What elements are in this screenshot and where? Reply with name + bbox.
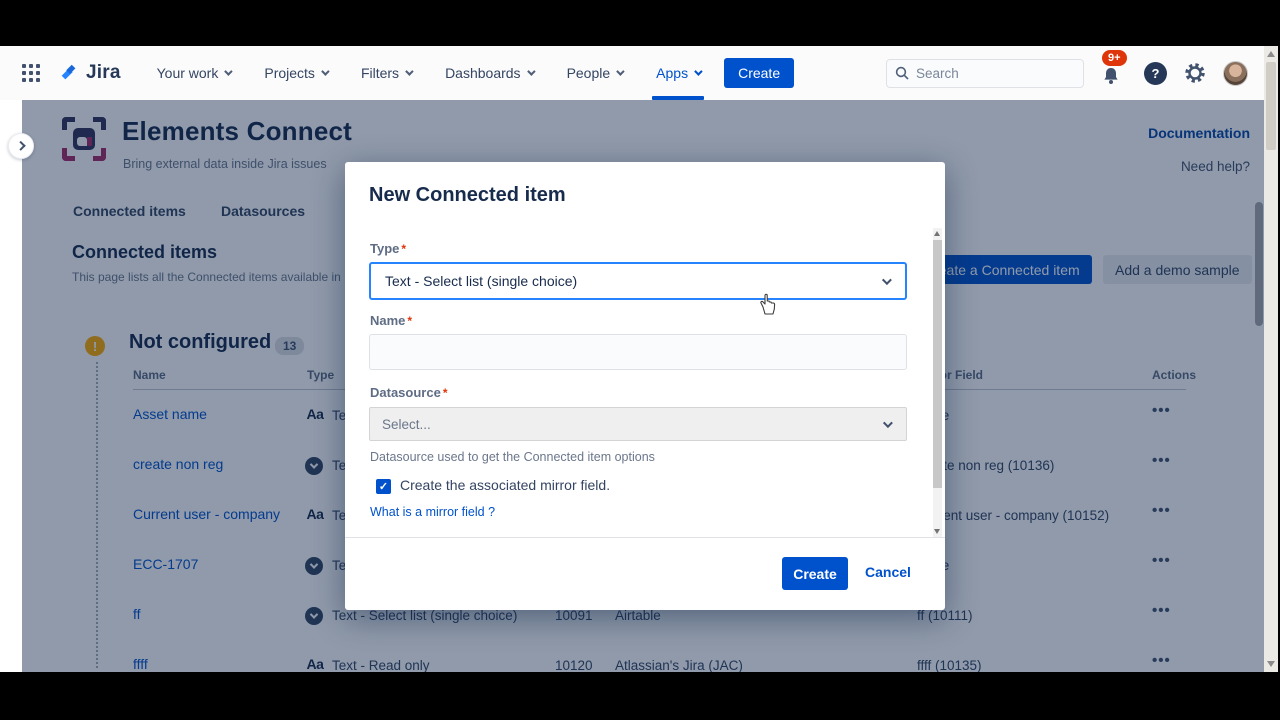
mirror-field-checkbox[interactable]: ✓ bbox=[376, 479, 391, 494]
mirror-field-help-link[interactable]: What is a mirror field ? bbox=[370, 505, 495, 519]
datasource-label: Datasource* bbox=[370, 385, 447, 400]
settings-button[interactable] bbox=[1184, 62, 1206, 84]
required-asterisk: * bbox=[443, 386, 448, 400]
nav-item-projects[interactable]: Projects bbox=[264, 46, 327, 100]
screen: Jira Your work Projects Filters Dashboar… bbox=[0, 0, 1280, 720]
required-asterisk: * bbox=[407, 314, 412, 328]
dialog-title: New Connected item bbox=[369, 184, 566, 207]
chevron-down-icon bbox=[883, 418, 893, 428]
mouse-cursor-hand-icon bbox=[757, 292, 779, 321]
question-mark-icon: ? bbox=[1152, 66, 1160, 81]
required-asterisk: * bbox=[401, 242, 406, 256]
check-icon: ✓ bbox=[379, 480, 388, 493]
chevron-down-icon bbox=[882, 275, 892, 285]
search-input[interactable] bbox=[916, 66, 1066, 81]
mirror-checkbox-label: Create the associated mirror field. bbox=[400, 477, 610, 493]
chevron-down-icon bbox=[527, 67, 535, 75]
letterbox-top bbox=[0, 0, 1280, 46]
user-avatar[interactable] bbox=[1223, 61, 1248, 86]
chevron-down-icon bbox=[405, 67, 413, 75]
chevron-down-icon bbox=[225, 67, 233, 75]
scroll-down-icon[interactable] bbox=[1267, 661, 1275, 667]
scrollbar-thumb[interactable] bbox=[933, 240, 942, 488]
type-select[interactable]: Text - Select list (single choice) bbox=[369, 262, 907, 300]
new-connected-item-dialog: New Connected item Type* Text - Select l… bbox=[345, 162, 945, 610]
bell-icon bbox=[1101, 66, 1121, 86]
nav-item-your-work[interactable]: Your work bbox=[157, 46, 231, 100]
search-box[interactable] bbox=[886, 59, 1084, 88]
nav-item-people[interactable]: People bbox=[567, 46, 623, 100]
scrollbar-thumb[interactable] bbox=[1266, 62, 1276, 150]
nav-item-dashboards[interactable]: Dashboards bbox=[445, 46, 533, 100]
nav-item-apps[interactable]: Apps bbox=[656, 46, 700, 100]
chevron-down-icon bbox=[616, 67, 624, 75]
top-navbar: Jira Your work Projects Filters Dashboar… bbox=[0, 46, 1278, 100]
collapsed-sidebar-rail bbox=[0, 100, 22, 672]
help-button[interactable]: ? bbox=[1144, 62, 1167, 85]
type-label: Type* bbox=[370, 241, 406, 256]
notifications-button[interactable]: 9+ bbox=[1101, 58, 1127, 88]
notification-badge: 9+ bbox=[1102, 50, 1127, 66]
dialog-create-button[interactable]: Create bbox=[782, 557, 848, 590]
datasource-help-text: Datasource used to get the Connected ite… bbox=[370, 450, 655, 464]
jira-brand-text: Jira bbox=[86, 62, 121, 84]
name-label: Name* bbox=[370, 313, 412, 328]
chevron-down-icon bbox=[694, 67, 702, 75]
dialog-footer-divider bbox=[345, 537, 945, 538]
nav-menu: Your work Projects Filters Dashboards Pe… bbox=[157, 46, 700, 100]
nav-right-cluster: 9+ ? bbox=[886, 46, 1248, 100]
datasource-select[interactable]: Select... bbox=[369, 407, 907, 441]
dialog-cancel-button[interactable]: Cancel bbox=[865, 564, 911, 580]
letterbox-bottom bbox=[0, 672, 1280, 720]
chevron-right-icon bbox=[15, 140, 25, 150]
jira-mark-icon bbox=[58, 62, 80, 84]
gear-icon bbox=[1184, 62, 1206, 84]
scroll-down-icon[interactable] bbox=[934, 529, 940, 534]
nav-item-filters[interactable]: Filters bbox=[361, 46, 411, 100]
dialog-scrollbar[interactable] bbox=[933, 228, 942, 537]
sidebar-expand-button[interactable] bbox=[8, 133, 34, 159]
browser-scrollbar[interactable] bbox=[1264, 46, 1278, 672]
name-input[interactable] bbox=[369, 334, 907, 370]
create-button[interactable]: Create bbox=[724, 58, 794, 88]
app-switcher-icon[interactable] bbox=[22, 64, 40, 82]
chevron-down-icon bbox=[321, 67, 329, 75]
jira-logo[interactable]: Jira bbox=[58, 62, 121, 84]
search-icon bbox=[895, 66, 909, 80]
scroll-up-icon[interactable] bbox=[934, 231, 940, 236]
scroll-up-icon[interactable] bbox=[1267, 51, 1275, 57]
